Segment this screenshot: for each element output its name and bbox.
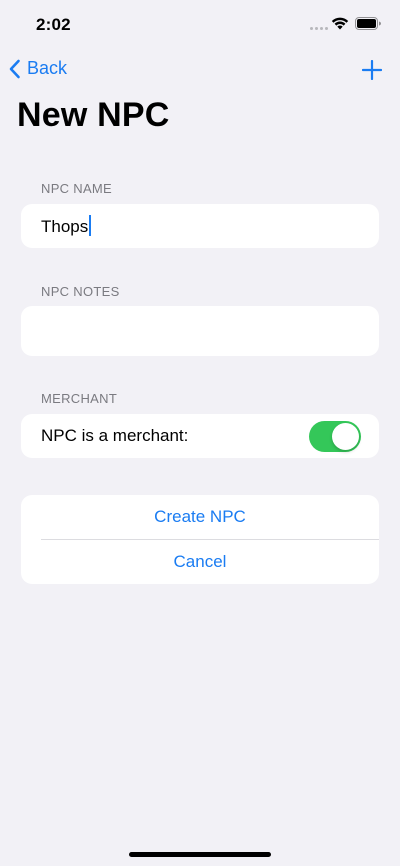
npc-name-value: Thops: [41, 217, 89, 236]
wifi-icon: [331, 17, 349, 30]
text-cursor: [89, 215, 92, 236]
npc-name-section-header: NPC NAME: [41, 181, 113, 196]
cellular-signal-icon: [310, 27, 328, 30]
toggle-knob: [332, 422, 359, 450]
page-title: New NPC: [17, 96, 170, 134]
status-time: 2:02: [36, 15, 71, 34]
navigation-bar: Back: [0, 52, 400, 92]
npc-notes-field[interactable]: [21, 306, 379, 356]
npc-name-field[interactable]: Thops: [21, 204, 379, 248]
battery-icon: [355, 17, 381, 30]
merchant-toggle-label: NPC is a merchant:: [41, 426, 189, 445]
cancel-button[interactable]: Cancel: [21, 540, 379, 584]
actions-card: Create NPC Cancel: [21, 495, 379, 584]
create-npc-button[interactable]: Create NPC: [21, 495, 379, 539]
back-button[interactable]: Back: [8, 58, 67, 79]
home-indicator[interactable]: [129, 852, 271, 857]
back-button-label: Back: [27, 58, 68, 78]
merchant-section-header: MERCHANT: [41, 391, 118, 406]
add-button[interactable]: [361, 59, 383, 85]
npc-notes-section-header: NPC NOTES: [41, 284, 120, 299]
plus-icon: [361, 59, 383, 81]
status-bar: 2:02: [0, 0, 400, 50]
chevron-left-icon: [9, 59, 20, 78]
npc-name-value-wrapper: Thops: [41, 215, 92, 237]
merchant-row: NPC is a merchant:: [21, 414, 379, 458]
merchant-toggle[interactable]: [309, 420, 361, 452]
